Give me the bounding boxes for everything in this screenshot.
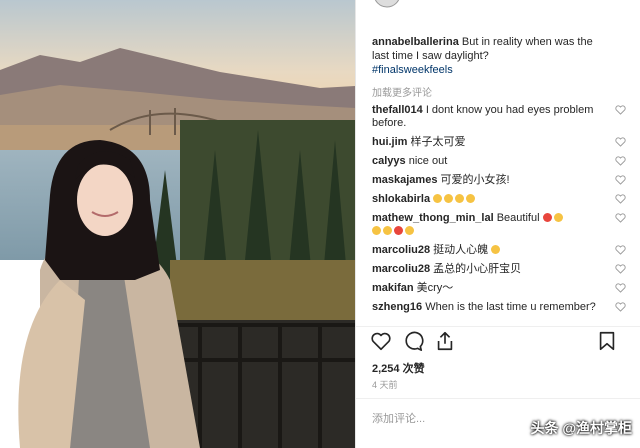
comment-username[interactable]: marcoliu28: [372, 244, 430, 256]
comment-text: 样子太可爱: [410, 136, 466, 148]
bookmark-icon[interactable]: [596, 330, 618, 352]
divider: [356, 326, 640, 327]
clap-emoji-icon: [491, 245, 501, 254]
comment-item: mathew_thong_min_lal Beautiful: [372, 212, 630, 238]
heart-icon[interactable]: [615, 302, 626, 312]
heart-icon[interactable]: [615, 213, 626, 223]
avatar[interactable]: [372, 0, 402, 8]
comment-item: thefall014 I dont know you had eyes prob…: [372, 104, 630, 130]
comment-text: Beautiful: [496, 212, 540, 224]
action-bar: [370, 330, 628, 354]
comment-username[interactable]: marcoliu28: [372, 263, 430, 275]
caption-username[interactable]: annabelballerina: [372, 36, 459, 48]
heart-icon[interactable]: [615, 194, 626, 204]
post-timestamp: 4 天前: [372, 380, 398, 390]
fire-emoji-icon: [394, 226, 403, 235]
emoji-icon: [372, 226, 381, 235]
comment-item: maskajames 可爱的小女孩!: [372, 174, 630, 187]
emoji-icon: [405, 226, 414, 235]
post-sidebar: annabelballerina But in reality when was…: [355, 0, 640, 448]
red-heart-emoji-icon: [542, 213, 552, 222]
photo-scene: [0, 0, 355, 448]
emoji-icon: [466, 194, 476, 203]
comment-item: marcoliu28 孟总的小心肝宝贝: [372, 263, 630, 276]
comment-text: When is the last time u remember?: [425, 301, 596, 313]
comment-username[interactable]: mathew_thong_min_lal: [372, 212, 494, 224]
like-count[interactable]: 2,254 次赞: [372, 360, 425, 376]
comment-item: marcoliu28 挺动人心魄: [372, 244, 630, 257]
comment-username[interactable]: shlokabirla: [372, 193, 430, 205]
comment-username[interactable]: szheng16: [372, 301, 422, 313]
heart-icon[interactable]: [615, 245, 626, 255]
emoji-icon: [444, 194, 454, 203]
comment-username[interactable]: maskajames: [372, 174, 437, 186]
heart-icon[interactable]: [615, 283, 626, 293]
comment-item: makifan 美cry～: [372, 282, 630, 295]
comment-username[interactable]: makifan: [372, 282, 414, 294]
share-icon[interactable]: [434, 330, 456, 352]
load-more-comments[interactable]: 加载更多评论: [372, 84, 432, 99]
emoji-icon: [383, 226, 392, 235]
comment-text: 孟总的小心肝宝贝: [433, 263, 522, 275]
watermark: 头条 @渔村掌柜: [530, 420, 632, 436]
post-photo[interactable]: [0, 0, 355, 448]
comment-item: szheng16 When is the last time u remembe…: [372, 301, 630, 314]
emoji-icon: [553, 213, 563, 222]
comment-text: nice out: [408, 155, 448, 167]
emoji-icon: [433, 194, 443, 203]
comment-icon[interactable]: [402, 330, 424, 352]
comment-item: calyys nice out: [372, 155, 630, 168]
divider: [356, 398, 640, 399]
heart-icon[interactable]: [615, 175, 626, 185]
comment-username[interactable]: hui.jim: [372, 136, 407, 148]
heart-icon[interactable]: [370, 330, 392, 352]
add-comment-input[interactable]: 添加评论...: [372, 410, 425, 426]
caption-hashtag[interactable]: #finalsweekfeels: [372, 63, 612, 77]
heart-icon[interactable]: [615, 156, 626, 166]
comment-username[interactable]: thefall014: [372, 104, 423, 116]
comment-item: hui.jim 样子太可爱: [372, 136, 630, 149]
comment-list: thefall014 I dont know you had eyes prob…: [372, 104, 630, 326]
post-caption: annabelballerina But in reality when was…: [372, 35, 612, 77]
heart-icon[interactable]: [615, 105, 626, 115]
comment-text: 可爱的小女孩!: [440, 174, 510, 186]
heart-icon[interactable]: [615, 137, 626, 147]
heart-icon[interactable]: [615, 264, 626, 274]
comment-username[interactable]: calyys: [372, 155, 406, 167]
comment-item: shlokabirla: [372, 193, 630, 206]
comment-text: 挺动人心魄: [433, 244, 489, 256]
emoji-icon: [455, 194, 465, 203]
comment-text: 美cry～: [416, 282, 454, 294]
